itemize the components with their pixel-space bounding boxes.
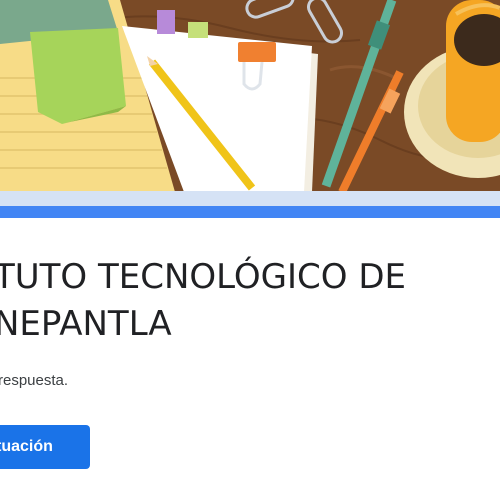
form-title-line1: TUTO TECNOLÓGICO DE [0,257,407,297]
primary-action-button-label: tuación [0,438,53,455]
primary-action-button[interactable]: tuación [0,425,90,469]
header-banner-image [0,0,500,192]
banner-divider [0,191,500,207]
form-title: TUTO TECNOLÓGICO DE NEPANTLA [0,254,406,348]
form-title-line2: NEPANTLA [0,304,172,344]
form-description: respuesta. [0,372,69,389]
accent-bar [0,206,500,218]
